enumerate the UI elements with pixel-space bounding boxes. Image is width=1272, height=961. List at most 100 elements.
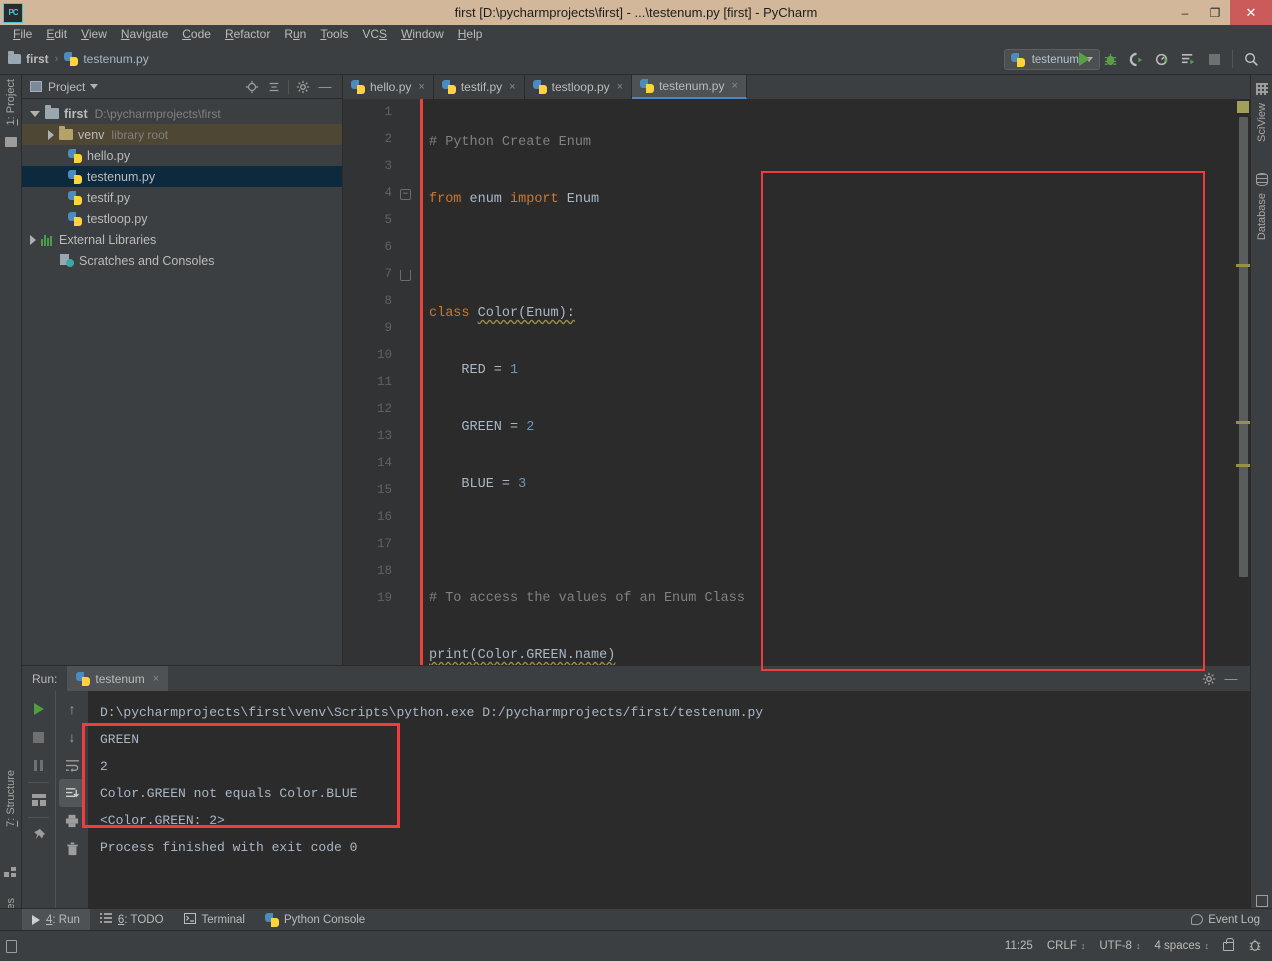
- bottom-tool-bar: 4: Run 6: TODO Terminal Python Console E…: [0, 908, 1272, 931]
- menu-help[interactable]: Help: [451, 25, 490, 43]
- close-icon[interactable]: ×: [418, 81, 424, 93]
- chevron-right-icon[interactable]: [30, 234, 36, 245]
- menu-edit[interactable]: Edit: [39, 25, 74, 43]
- pin-icon[interactable]: [22, 821, 55, 849]
- editor-scrollbar[interactable]: [1236, 99, 1250, 665]
- chevron-down-icon[interactable]: [30, 110, 40, 117]
- run-right-toolbar: ↑ ↓: [55, 691, 88, 915]
- database-icon: [1256, 173, 1268, 186]
- close-icon[interactable]: ×: [731, 80, 737, 92]
- close-icon[interactable]: ×: [617, 81, 623, 93]
- locate-icon[interactable]: [241, 76, 263, 98]
- tree-item-scratches-and-consoles[interactable]: Scratches and Consoles: [22, 250, 342, 271]
- scroll-to-end-icon[interactable]: [59, 779, 85, 807]
- close-button[interactable]: ✕: [1230, 0, 1272, 25]
- tree-item-testif-py[interactable]: testif.py: [22, 187, 342, 208]
- editor-tab-testenum-py[interactable]: testenum.py ×: [632, 75, 747, 99]
- line-separator[interactable]: CRLF ↕: [1047, 940, 1086, 952]
- minimize-button[interactable]: –: [1170, 0, 1200, 25]
- breadcrumb-file[interactable]: testenum.py: [64, 51, 149, 66]
- tree-item-label: testif.py: [87, 190, 131, 205]
- collapse-all-icon[interactable]: [263, 76, 285, 98]
- fold-collapse-icon[interactable]: −: [400, 189, 411, 200]
- menu-view[interactable]: View: [74, 25, 114, 43]
- warning-marker[interactable]: [1236, 464, 1250, 467]
- tree-item-testenum-py[interactable]: testenum.py: [22, 166, 342, 187]
- editor-tab-testloop-py[interactable]: testloop.py ×: [525, 75, 633, 99]
- pause-icon[interactable]: [22, 751, 55, 779]
- down-icon[interactable]: ↓: [56, 723, 88, 751]
- tree-item-venv[interactable]: venv library root: [22, 124, 342, 145]
- warning-marker[interactable]: [1236, 264, 1250, 267]
- restore-button[interactable]: ❐: [1200, 0, 1230, 25]
- chevron-right-icon[interactable]: [48, 129, 54, 140]
- event-log-button[interactable]: Event Log: [1191, 914, 1272, 926]
- run-with-console-button[interactable]: [1175, 43, 1201, 75]
- sidebar-item-structure[interactable]: 7: Structure: [5, 770, 17, 827]
- menu-vcs[interactable]: VCS: [355, 25, 394, 43]
- console-output[interactable]: D:\pycharmprojects\first\venv\Scripts\py…: [88, 691, 1250, 915]
- sidebar-item-sciview[interactable]: SciView: [1256, 103, 1268, 142]
- terminal-strip-icon: [1256, 895, 1268, 907]
- bottom-tab-python-console[interactable]: Python Console: [255, 909, 375, 931]
- tree-item-testloop-py[interactable]: testloop.py: [22, 208, 342, 229]
- indent-setting[interactable]: 4 spaces ↕: [1154, 940, 1209, 952]
- run-tab-testenum[interactable]: testenum ×: [67, 666, 169, 691]
- bottom-tab-terminal[interactable]: Terminal: [174, 909, 255, 931]
- sidebar-item-project[interactable]: 1: Project: [5, 79, 17, 125]
- console-line: Color.GREEN not equals Color.BLUE: [100, 786, 358, 801]
- file-encoding[interactable]: UTF-8 ↕: [1099, 940, 1140, 952]
- inspection-status-icon[interactable]: [1237, 101, 1249, 113]
- coverage-button[interactable]: [1123, 43, 1149, 75]
- lock-icon[interactable]: [1223, 937, 1234, 951]
- breadcrumb-project[interactable]: first: [8, 50, 49, 66]
- hide-icon[interactable]: —: [314, 76, 336, 98]
- debug-button[interactable]: [1097, 43, 1123, 75]
- chevron-down-icon[interactable]: [90, 84, 99, 89]
- run-button[interactable]: [1071, 43, 1097, 75]
- tree-item-first[interactable]: first D:\pycharmprojects\first: [22, 103, 342, 124]
- search-icon[interactable]: [1238, 43, 1264, 75]
- run-tab-label: testenum: [95, 671, 145, 686]
- up-icon[interactable]: ↑: [56, 695, 88, 723]
- gear-icon[interactable]: [1198, 668, 1220, 690]
- bottom-tab-todo[interactable]: 6: TODO: [90, 909, 174, 931]
- toggle-toolbar-button[interactable]: [0, 939, 22, 953]
- inspection-icon[interactable]: [1248, 938, 1262, 955]
- warning-marker[interactable]: [1236, 421, 1250, 424]
- sidebar-item-database[interactable]: Database: [1256, 193, 1268, 240]
- editor-tab-hello-py[interactable]: hello.py ×: [343, 75, 434, 99]
- tree-item-external-libraries[interactable]: External Libraries: [22, 229, 342, 250]
- hide-icon[interactable]: —: [1220, 668, 1242, 690]
- code-editor[interactable]: 1 2 3 4 5 6 7 8 9 10 11 12 13 14 15 16 1…: [343, 99, 1250, 948]
- menu-tools[interactable]: Tools: [313, 25, 355, 43]
- scrollbar-thumb[interactable]: [1239, 117, 1248, 577]
- layout-icon[interactable]: [22, 786, 55, 814]
- menu-file[interactable]: File: [6, 25, 39, 43]
- code-text[interactable]: # Python Create Enum from enum import En…: [420, 99, 1250, 948]
- editor-tab-testif-py[interactable]: testif.py ×: [434, 75, 525, 99]
- clear-all-icon[interactable]: [56, 835, 88, 863]
- close-icon[interactable]: ×: [153, 673, 159, 685]
- line-number: 8: [384, 294, 392, 308]
- fold-end-icon[interactable]: [400, 270, 411, 281]
- menu-refactor[interactable]: Refactor: [218, 25, 277, 43]
- gear-icon[interactable]: [292, 76, 314, 98]
- soft-wrap-icon[interactable]: [56, 751, 88, 779]
- stop-button[interactable]: [1201, 43, 1227, 75]
- rerun-icon[interactable]: [22, 695, 55, 723]
- editor-gutter[interactable]: 1 2 3 4 5 6 7 8 9 10 11 12 13 14 15 16 1…: [343, 99, 420, 665]
- project-panel-actions: —: [241, 76, 342, 98]
- code-line-1: # Python Create Enum: [429, 135, 592, 150]
- stop-icon[interactable]: [22, 723, 55, 751]
- close-icon[interactable]: ×: [509, 81, 515, 93]
- bottom-tab-run[interactable]: 4: Run: [22, 908, 90, 931]
- profile-button[interactable]: [1149, 43, 1175, 75]
- menu-code[interactable]: Code: [175, 25, 218, 43]
- menu-navigate[interactable]: Navigate: [114, 25, 175, 43]
- tree-item-hello-py[interactable]: hello.py: [22, 145, 342, 166]
- print-icon[interactable]: [56, 807, 88, 835]
- caret-position[interactable]: 11:25: [1005, 940, 1033, 952]
- menu-run[interactable]: Run: [277, 25, 313, 43]
- menu-window[interactable]: Window: [394, 25, 451, 43]
